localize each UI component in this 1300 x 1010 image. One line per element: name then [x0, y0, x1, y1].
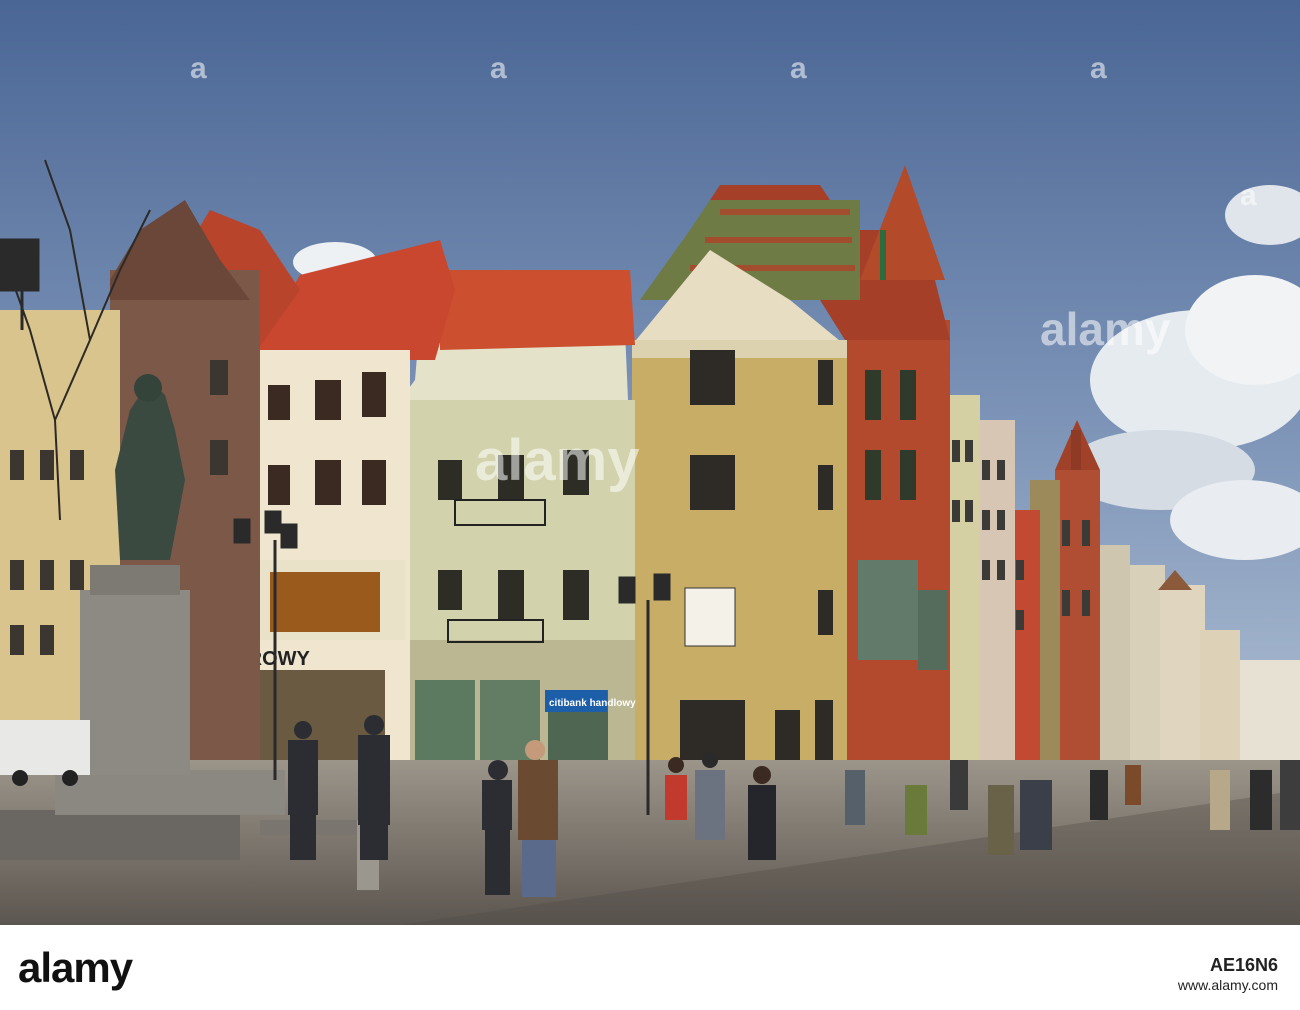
- watermark-mark: a: [1090, 52, 1107, 85]
- watermark-mark: a: [490, 52, 507, 85]
- citibank-sign: citibank handlowy: [549, 698, 636, 709]
- footer-meta: AE16N6 www.alamy.com: [1178, 955, 1278, 995]
- watermark-center: alamy: [475, 428, 639, 493]
- site-url[interactable]: www.alamy.com: [1178, 975, 1278, 995]
- alamy-logo-text: alamy: [18, 944, 133, 991]
- ochre-building: [632, 250, 847, 810]
- watermark-right: alamy: [1040, 303, 1171, 355]
- watermark-mark: a: [1240, 179, 1257, 212]
- watermark-mark: a: [190, 52, 207, 85]
- footer-band: [0, 925, 1300, 1010]
- watermark-mark: a: [790, 52, 807, 85]
- street-scene: citibank handlowy TOWAROWY: [0, 0, 1300, 925]
- stock-photo-page: citibank handlowy TOWAROWY: [0, 0, 1300, 1010]
- image-id: AE16N6: [1209, 955, 1278, 975]
- alamy-logo[interactable]: alamy: [18, 944, 133, 992]
- photo: citibank handlowy TOWAROWY: [0, 0, 1300, 925]
